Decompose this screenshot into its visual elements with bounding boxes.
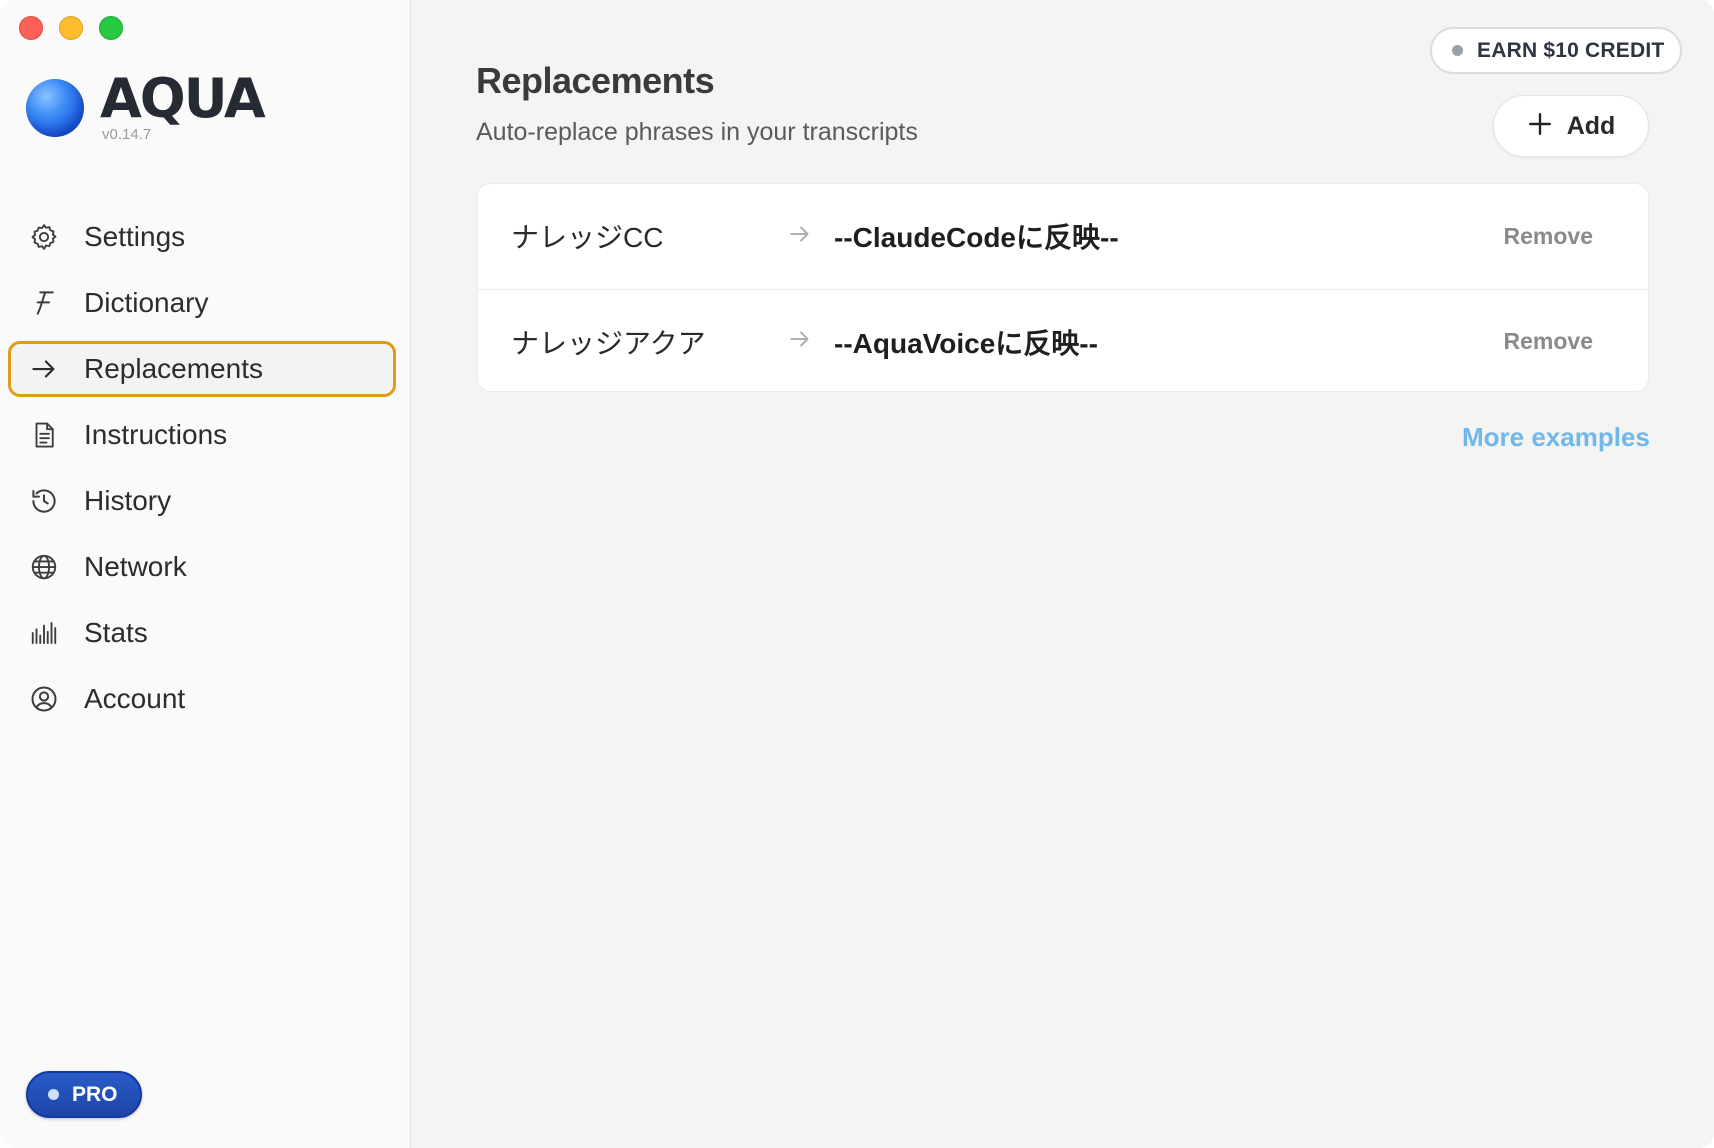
sidebar-item-label: History (84, 485, 172, 516)
remove-replacement-button[interactable]: Remove (1504, 223, 1593, 250)
sidebar-item-instructions[interactable]: Instructions (8, 407, 396, 463)
sidebar-item-settings[interactable]: Settings (8, 209, 396, 265)
app-name: AQUA (100, 67, 266, 130)
globe-icon (28, 551, 60, 583)
gear-icon (28, 221, 60, 253)
bar-stats-icon (28, 617, 60, 649)
sidebar-item-network[interactable]: Network (8, 539, 396, 595)
remove-replacement-button[interactable]: Remove (1504, 328, 1593, 355)
replacement-source-text: ナレッジアクア (511, 327, 706, 359)
brand: AQUA v0.14.7 (26, 67, 266, 143)
earn-credit-button[interactable]: EARN $10 CREDIT (1430, 27, 1682, 74)
minimize-window-button[interactable] (59, 16, 83, 40)
sidebar-item-label: Network (84, 551, 187, 582)
page-title: Replacements (476, 60, 715, 101)
status-dot (1452, 45, 1463, 56)
add-button-label: Add (1566, 111, 1616, 140)
sidebar-item-stats[interactable]: Stats (8, 605, 396, 661)
more-examples-link[interactable]: More examples (1462, 422, 1650, 453)
sidebar-item-label: Settings (84, 221, 186, 252)
pro-badge-label: PRO (72, 1082, 118, 1106)
sidebar-item-label: Instructions (84, 419, 228, 450)
pro-plan-badge[interactable]: PRO (26, 1071, 142, 1118)
status-dot (48, 1089, 59, 1100)
arrow-right-icon (787, 326, 813, 357)
replacement-row: ナレッジCC --ClaudeCodeに反映-- Remove (478, 184, 1648, 288)
document-icon (28, 419, 60, 451)
sidebar-item-dictionary[interactable]: Dictionary (8, 275, 396, 331)
earn-credit-label: EARN $10 CREDIT (1477, 38, 1665, 62)
sidebar-item-replacements[interactable]: Replacements (8, 341, 396, 397)
arrow-right-icon (787, 221, 813, 252)
add-replacement-button[interactable]: Add (1493, 95, 1649, 157)
sidebar-item-account[interactable]: Account (8, 671, 396, 727)
user-circle-icon (28, 683, 60, 715)
arrow-right-icon (28, 353, 60, 385)
plus-icon (1527, 107, 1553, 143)
replacement-row: ナレッジアクア --AquaVoiceに反映-- Remove (478, 289, 1648, 393)
sidebar-item-label: Account (84, 683, 186, 714)
zoom-window-button[interactable] (99, 16, 123, 40)
history-clock-icon (28, 485, 60, 517)
window-controls (19, 16, 123, 40)
sidebar-item-label: Replacements (84, 353, 263, 384)
sidebar-item-label: Stats (84, 617, 148, 648)
replacement-target-text: --AquaVoiceに反映-- (834, 327, 1098, 359)
script-f-icon (28, 287, 60, 319)
sidebar: AQUA v0.14.7 Settings Dictionary Replace… (0, 0, 411, 1148)
sidebar-nav: Settings Dictionary Replacements Instruc… (8, 209, 396, 737)
sidebar-item-history[interactable]: History (8, 473, 396, 529)
replacement-source-text: ナレッジCC (511, 222, 664, 253)
replacements-list: ナレッジCC --ClaudeCodeに反映-- Remove ナレッジアクア … (477, 183, 1649, 392)
page-subtitle: Auto-replace phrases in your transcripts (476, 118, 918, 146)
close-window-button[interactable] (19, 16, 43, 40)
app-window: AQUA v0.14.7 Settings Dictionary Replace… (0, 0, 1714, 1148)
sidebar-item-label: Dictionary (84, 287, 209, 318)
aqua-logo-orb (26, 79, 84, 137)
replacement-target-text: --ClaudeCodeに反映-- (834, 222, 1119, 253)
